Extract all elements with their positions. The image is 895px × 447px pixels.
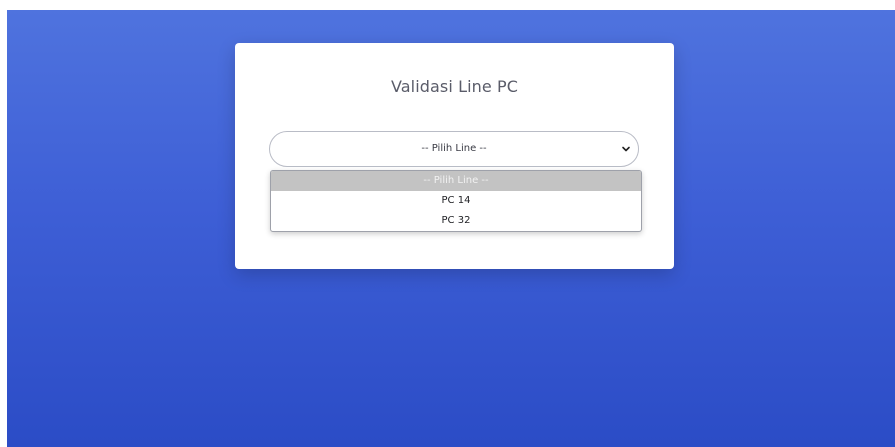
page-title: Validasi Line PC <box>390 77 519 96</box>
chevron-down-icon <box>622 146 630 152</box>
line-select-dropdown: -- Pilih Line -- PC 14 PC 32 <box>270 170 642 232</box>
line-select-value: -- Pilih Line -- <box>421 143 487 154</box>
page-background: Validasi Line PC -- Pilih Line -- -- Pil… <box>7 10 895 447</box>
option-pc-32[interactable]: PC 32 <box>271 211 641 231</box>
line-select[interactable]: -- Pilih Line -- <box>269 131 639 167</box>
option-pc-14[interactable]: PC 14 <box>271 191 641 211</box>
option-placeholder[interactable]: -- Pilih Line -- <box>271 171 641 191</box>
validation-card: Validasi Line PC -- Pilih Line -- -- Pil… <box>235 43 674 269</box>
